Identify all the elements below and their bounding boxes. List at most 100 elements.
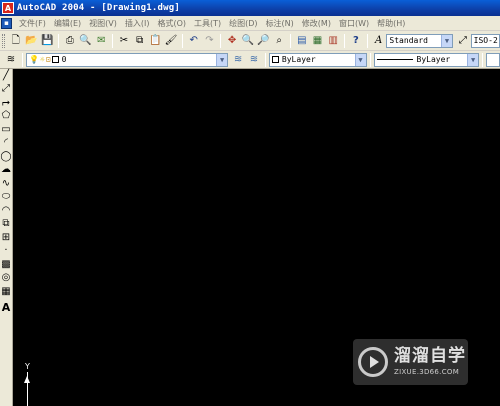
separator	[21, 52, 23, 67]
document-icon[interactable]: ▪	[1, 17, 12, 29]
linetype-select[interactable]: ByLayer ▼	[373, 52, 480, 67]
lineweight-select[interactable]	[486, 52, 500, 67]
menu-window[interactable]: 窗口(W)	[335, 18, 373, 29]
title-bar: A AutoCAD 2004 - [Drawing1.dwg]	[0, 0, 500, 16]
polyline-icon[interactable]: ⮣	[0, 96, 12, 110]
dim-style-value: ISO-2	[473, 36, 498, 45]
insert-block-icon[interactable]: ⧉	[0, 218, 12, 232]
lightbulb-icon[interactable]: 💡	[29, 55, 39, 64]
layer-select[interactable]: 💡 ☼ ⊡ 0 ▼	[25, 52, 229, 67]
dim-style-icon: ⤢	[458, 34, 467, 46]
menu-tools[interactable]: 工具(T)	[190, 18, 225, 29]
ucs-y-label: Y	[25, 362, 30, 371]
redo-icon[interactable]: ↷	[203, 34, 217, 48]
pan-icon[interactable]: ✥	[225, 34, 239, 48]
zoom-realtime-icon[interactable]: 🔍	[241, 34, 255, 48]
copy-icon[interactable]: ⧉	[133, 34, 147, 48]
polygon-icon[interactable]: ⬠	[0, 110, 12, 124]
linetype-sample-icon	[376, 59, 413, 60]
ellipse-icon[interactable]: ⬭	[0, 191, 12, 205]
construction-line-icon[interactable]: ⤢	[0, 83, 12, 97]
color-select[interactable]: ByLayer ▼	[268, 52, 367, 67]
lock-icon[interactable]: ⊡	[46, 55, 51, 64]
separator	[58, 33, 60, 48]
chevron-down-icon[interactable]: ▼	[354, 53, 366, 66]
color-swatch-icon	[271, 56, 279, 63]
multiline-text-icon[interactable]: A	[0, 301, 12, 315]
make-block-icon[interactable]: ⊞	[0, 231, 12, 245]
toolbar-grip[interactable]	[2, 33, 5, 48]
text-style-icon: A	[374, 34, 383, 46]
text-style-value: Standard	[389, 36, 428, 45]
match-properties-icon[interactable]: 🖌	[164, 34, 178, 48]
spline-icon[interactable]: ∿	[0, 177, 12, 191]
arc-icon[interactable]: ◜	[0, 137, 12, 151]
ucs-arrow-icon	[24, 376, 30, 383]
region-icon[interactable]: ◎	[0, 272, 12, 286]
ellipse-arc-icon[interactable]: ◠	[0, 204, 12, 218]
color-value: ByLayer	[281, 55, 316, 64]
dim-style-select[interactable]: ISO-2	[470, 33, 500, 48]
print-icon[interactable]: ⎙	[63, 34, 77, 48]
save-icon[interactable]: 💾	[40, 34, 54, 48]
menu-help[interactable]: 帮助(H)	[373, 18, 409, 29]
linetype-value: ByLayer	[416, 55, 451, 64]
undo-icon[interactable]: ↶	[187, 34, 201, 48]
menu-format[interactable]: 格式(O)	[153, 18, 190, 29]
menu-file[interactable]: 文件(F)	[15, 18, 50, 29]
watermark-url: ZIXUE.3D66.COM	[394, 368, 460, 376]
play-logo-icon	[358, 347, 388, 377]
new-icon[interactable]: 🗋	[9, 34, 23, 48]
separator	[264, 52, 266, 67]
draw-toolbar: ╱ ⤢ ⮣ ⬠ ▭ ◜ ◯ ☁ ∿ ⬭ ◠ ⧉ ⊞ · ▩ ◎ ▦ A	[0, 69, 13, 406]
menu-dimension[interactable]: 标注(N)	[262, 18, 298, 29]
properties-icon[interactable]: ▤	[295, 34, 309, 48]
standard-toolbar: 🗋 📂 💾 ⎙ 🔍 ✉ ✂ ⧉ 📋 🖌 ↶ ↷ ✥ 🔍 🔎 ⌕ ▤ ▦ ▥ ? …	[0, 31, 500, 51]
color-swatch-icon	[51, 56, 59, 63]
help-icon[interactable]: ?	[349, 34, 363, 48]
make-object-layer-current-icon[interactable]: ≋	[231, 53, 245, 67]
layer-manager-icon[interactable]: ≋	[4, 53, 18, 67]
separator	[366, 33, 368, 48]
window-title: AutoCAD 2004 - [Drawing1.dwg]	[17, 3, 180, 13]
open-icon[interactable]: 📂	[25, 34, 39, 48]
menu-edit[interactable]: 编辑(E)	[50, 18, 85, 29]
plot-preview-icon[interactable]: 🔍	[79, 34, 93, 48]
separator	[289, 33, 291, 48]
table-icon[interactable]: ▦	[0, 285, 12, 299]
zoom-previous-icon[interactable]: ⌕	[272, 34, 286, 48]
watermark: 溜溜自学 ZIXUE.3D66.COM	[353, 339, 468, 385]
layer-name: 0	[61, 55, 67, 64]
separator	[369, 52, 371, 67]
separator	[181, 33, 183, 48]
publish-icon[interactable]: ✉	[94, 34, 108, 48]
zoom-window-icon[interactable]: 🔎	[257, 34, 271, 48]
line-icon[interactable]: ╱	[0, 69, 12, 83]
chevron-down-icon[interactable]: ▼	[216, 53, 228, 66]
menu-bar: ▪ 文件(F) 编辑(E) 视图(V) 插入(I) 格式(O) 工具(T) 绘图…	[0, 16, 500, 31]
chevron-down-icon[interactable]: ▼	[440, 34, 452, 47]
separator	[220, 33, 222, 48]
autocad-logo-icon[interactable]: A	[2, 2, 14, 14]
revision-cloud-icon[interactable]: ☁	[0, 164, 12, 178]
cut-icon[interactable]: ✂	[117, 34, 131, 48]
menu-view[interactable]: 视图(V)	[85, 18, 121, 29]
ucs-icon: Y	[22, 362, 34, 406]
sun-icon[interactable]: ☼	[40, 55, 45, 64]
layer-previous-icon[interactable]: ≋	[247, 53, 261, 67]
menu-modify[interactable]: 修改(M)	[298, 18, 335, 29]
rectangle-icon[interactable]: ▭	[0, 123, 12, 137]
point-icon[interactable]: ·	[0, 245, 12, 259]
paste-icon[interactable]: 📋	[148, 34, 162, 48]
watermark-text: 溜溜自学 ZIXUE.3D66.COM	[394, 348, 466, 377]
separator	[344, 33, 346, 48]
hatch-icon[interactable]: ▩	[0, 258, 12, 272]
tool-palettes-icon[interactable]: ▥	[326, 34, 340, 48]
text-style-select[interactable]: Standard ▼	[386, 33, 453, 48]
chevron-down-icon[interactable]: ▼	[467, 53, 479, 66]
menu-insert[interactable]: 插入(I)	[121, 18, 154, 29]
menu-draw[interactable]: 绘图(D)	[225, 18, 261, 29]
design-center-icon[interactable]: ▦	[311, 34, 325, 48]
circle-icon[interactable]: ◯	[0, 150, 12, 164]
separator	[482, 52, 484, 67]
